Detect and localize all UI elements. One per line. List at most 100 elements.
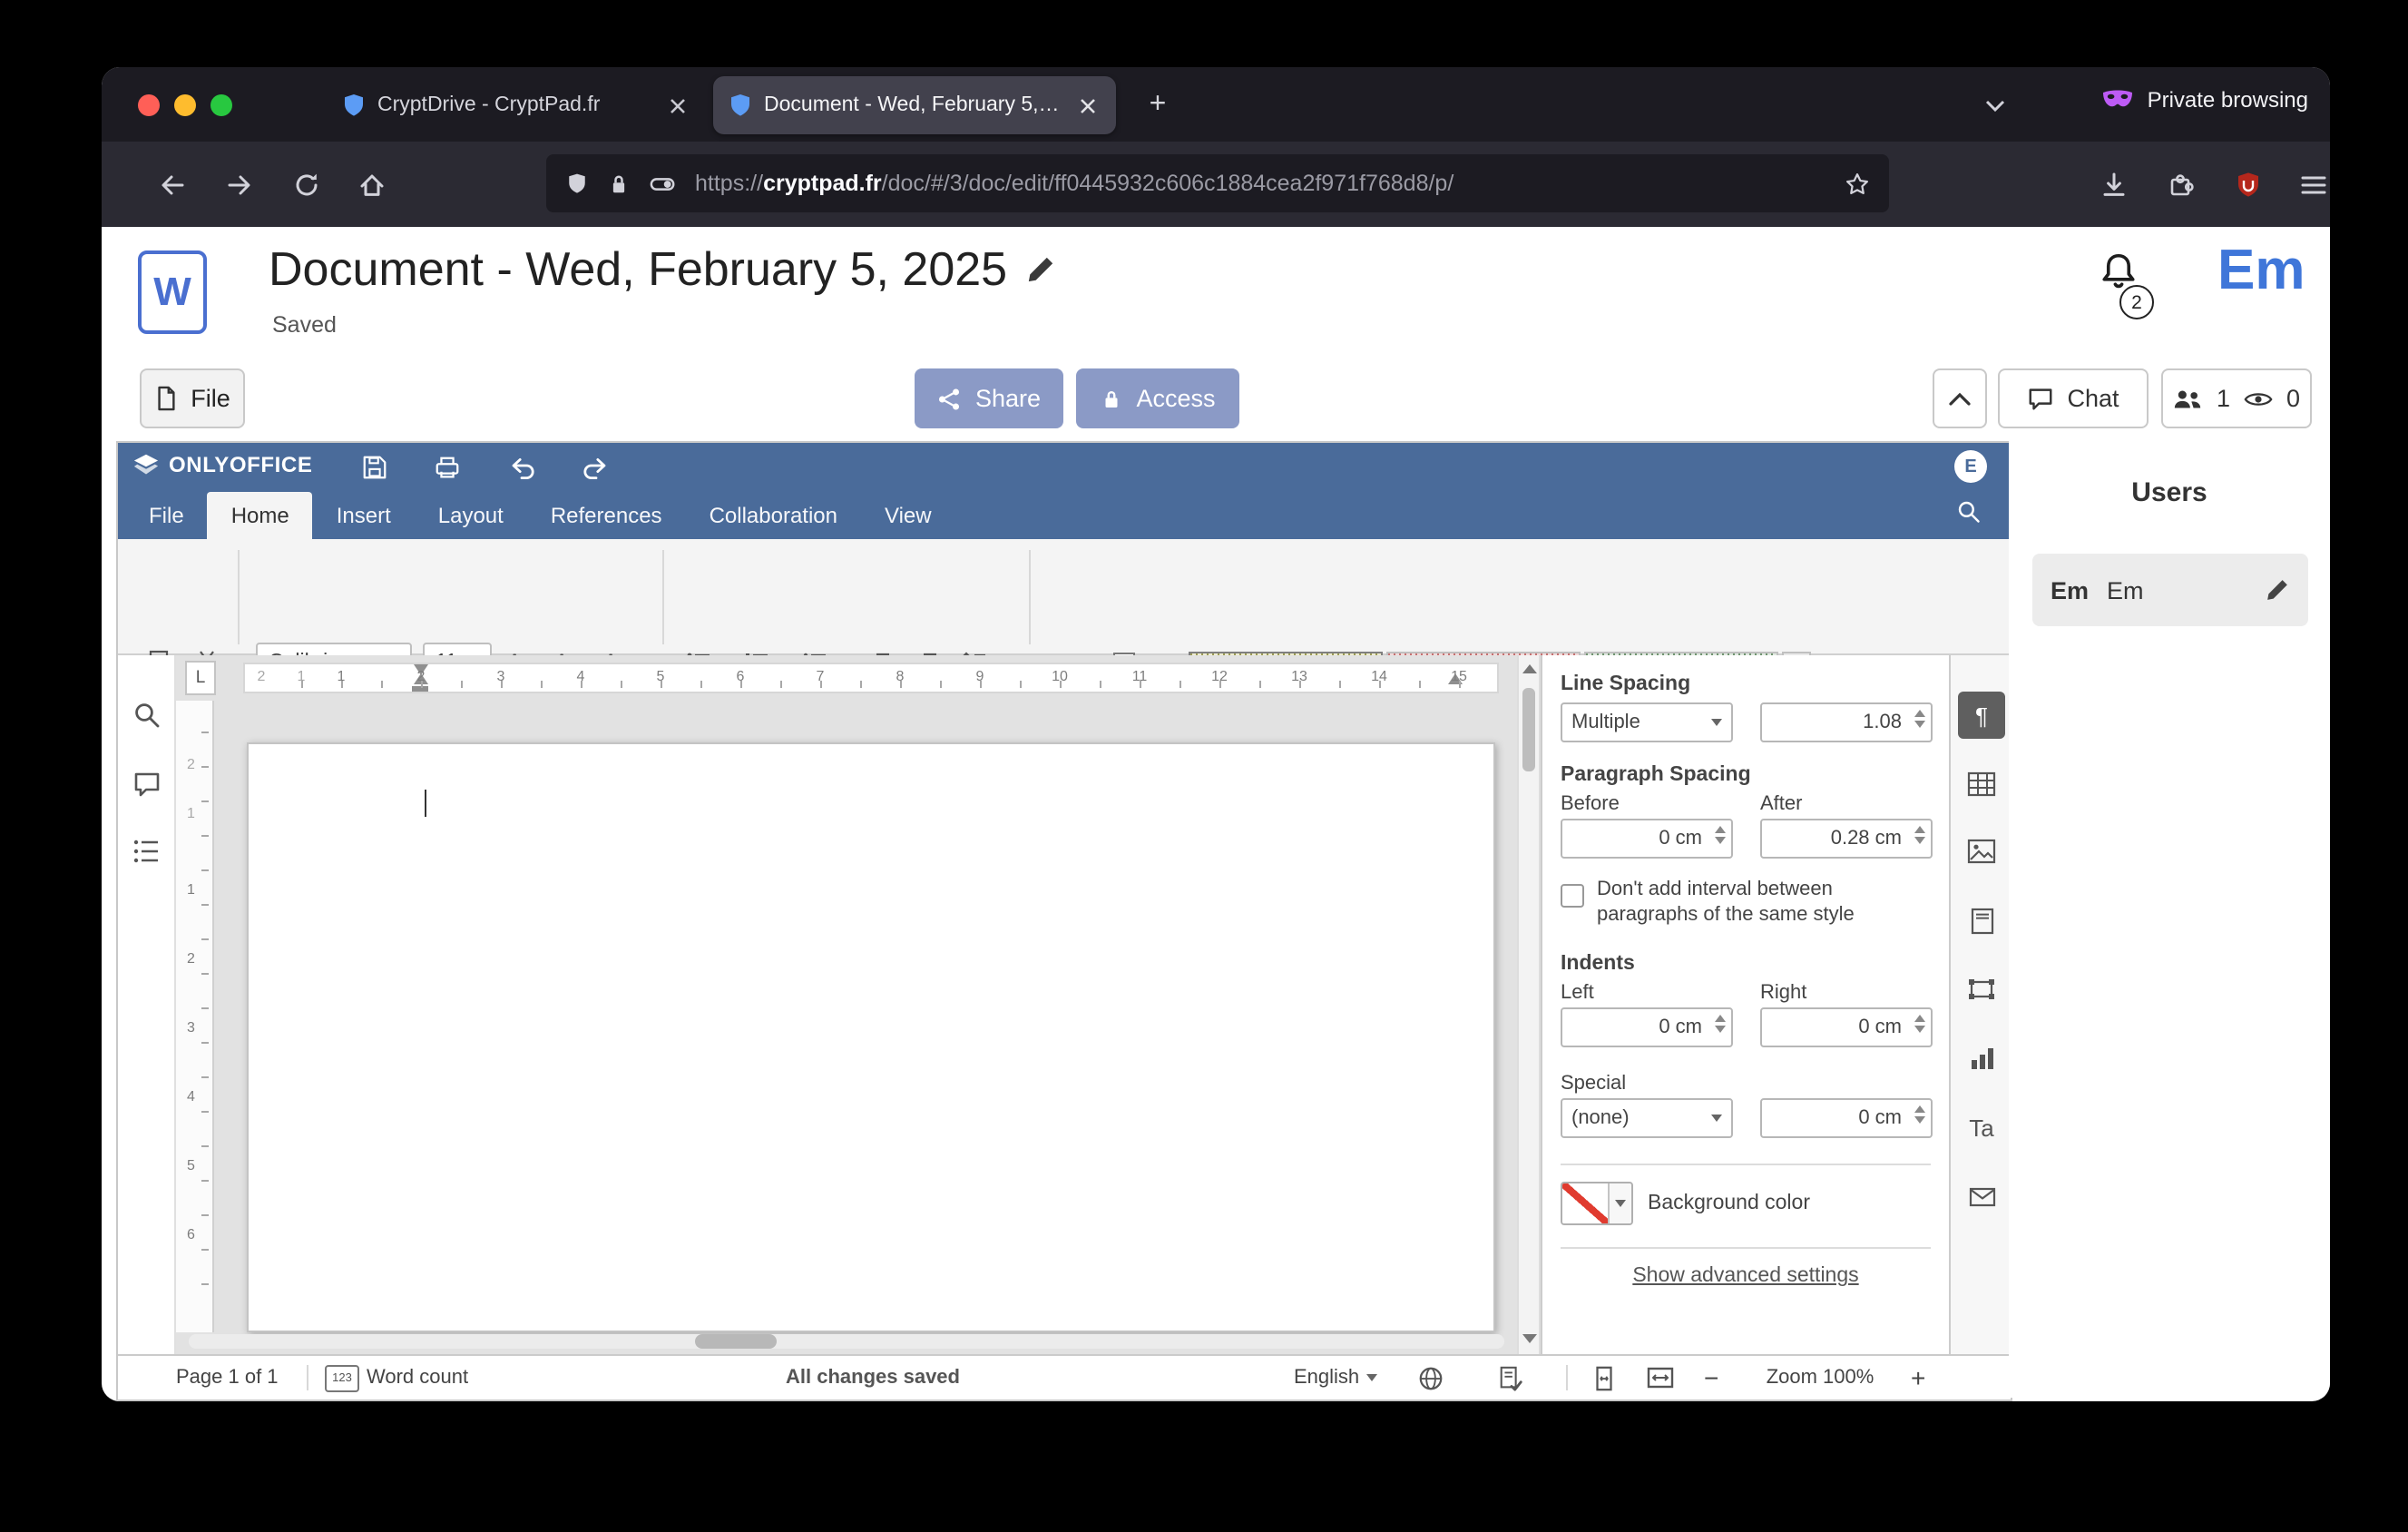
menu-tab-file[interactable]: File <box>125 492 208 539</box>
user-list-item[interactable]: Em Em <box>2032 554 2308 626</box>
spacing-after-spinner[interactable]: 0.28 cm <box>1760 819 1933 859</box>
interval-checkbox-label[interactable]: Don't add interval between paragraphs of… <box>1597 877 1929 928</box>
url-bar[interactable]: https://cryptpad.fr/doc/#/3/doc/edit/ff0… <box>546 154 1889 212</box>
vertical-scroll-thumb[interactable] <box>1522 688 1535 771</box>
home-button[interactable] <box>345 158 399 212</box>
special-dropdown[interactable]: (none) <box>1561 1098 1733 1138</box>
back-button[interactable] <box>145 158 200 212</box>
horizontal-scroll-thumb[interactable] <box>695 1334 777 1349</box>
minimize-window-button[interactable] <box>174 94 196 116</box>
shape-settings-icon[interactable] <box>1958 966 2005 1013</box>
indent-left-spinner[interactable]: 0 cm <box>1561 1007 1733 1047</box>
chart-settings-icon[interactable] <box>1958 1035 2005 1082</box>
fit-width-button[interactable] <box>1646 1356 1675 1399</box>
spacing-before-spinner[interactable]: 0 cm <box>1561 819 1733 859</box>
textart-settings-icon[interactable]: Ta <box>1958 1104 2005 1151</box>
url-text[interactable]: https://cryptpad.fr/doc/#/3/doc/edit/ff0… <box>695 171 1827 196</box>
zoom-in-button[interactable]: + <box>1911 1356 1925 1399</box>
forward-button[interactable] <box>212 158 267 212</box>
image-settings-icon[interactable] <box>1958 828 2005 875</box>
fit-page-button[interactable] <box>1591 1356 1617 1399</box>
language-selector[interactable]: English <box>1294 1356 1377 1399</box>
browser-tab-document[interactable]: Document - Wed, February 5, 2025 <box>713 76 1116 134</box>
account-avatar[interactable]: Em <box>2217 238 2305 303</box>
collaborator-badge[interactable]: E <box>1954 450 1987 483</box>
background-color-chevron-icon[interactable] <box>1609 1183 1631 1223</box>
spinner-up-icon[interactable] <box>1715 1015 1726 1022</box>
maximize-window-button[interactable] <box>210 94 232 116</box>
spinner-up-icon[interactable] <box>1914 826 1925 833</box>
participants-indicator[interactable]: 1 0 <box>2161 368 2312 428</box>
collapse-toolbar-button[interactable] <box>1933 368 1987 428</box>
lock-icon[interactable] <box>606 170 631 197</box>
edit-user-pencil-icon[interactable] <box>2265 577 2290 603</box>
save-button[interactable] <box>354 448 394 486</box>
browser-tab-cryptdrive[interactable]: CryptDrive - CryptPad.fr <box>327 76 706 134</box>
edit-title-pencil-icon[interactable] <box>1025 254 1056 285</box>
permissions-toggle-icon[interactable] <box>648 170 679 197</box>
menu-tab-references[interactable]: References <box>527 492 686 539</box>
spinner-up-icon[interactable] <box>1914 1015 1925 1022</box>
tracking-shield-icon[interactable] <box>564 170 590 197</box>
indent-right-spinner[interactable]: 0 cm <box>1760 1007 1933 1047</box>
menu-tab-layout[interactable]: Layout <box>415 492 527 539</box>
document-canvas[interactable]: 21123456 <box>176 701 1517 1354</box>
spellcheck-button[interactable] <box>1497 1356 1524 1399</box>
headerfooter-settings-icon[interactable] <box>1958 897 2005 944</box>
line-spacing-spinner[interactable]: 1.08 <box>1760 702 1933 742</box>
redo-button[interactable] <box>575 448 615 486</box>
comments-button[interactable] <box>132 770 162 799</box>
scroll-down-arrow[interactable] <box>1522 1334 1537 1343</box>
print-button[interactable] <box>426 448 466 486</box>
line-spacing-dropdown[interactable]: Multiple <box>1561 702 1733 742</box>
editor-search-button[interactable] <box>1956 499 1982 525</box>
menu-tab-home[interactable]: Home <box>208 492 313 539</box>
reload-button[interactable] <box>279 158 334 212</box>
spinner-down-icon[interactable] <box>1914 1116 1925 1124</box>
vertical-scrollbar[interactable] <box>1517 655 1541 1354</box>
advanced-settings-link[interactable]: Show advanced settings <box>1542 1265 1949 1287</box>
spinner-up-icon[interactable] <box>1914 710 1925 717</box>
file-menu-button[interactable]: File <box>140 368 245 428</box>
special-amount-spinner[interactable]: 0 cm <box>1760 1098 1933 1138</box>
chat-button[interactable]: Chat <box>1998 368 2149 428</box>
tab-close-icon[interactable] <box>1072 91 1101 120</box>
ublock-button[interactable] <box>2221 158 2276 212</box>
interval-checkbox[interactable] <box>1561 884 1584 908</box>
tab-close-icon[interactable] <box>662 91 691 120</box>
find-button[interactable] <box>132 701 162 730</box>
spinner-up-icon[interactable] <box>1715 826 1726 833</box>
horizontal-scrollbar[interactable] <box>189 1334 1504 1349</box>
table-settings-icon[interactable] <box>1958 761 2005 808</box>
tab-stop-selector[interactable]: L <box>185 661 216 695</box>
mailmerge-settings-icon[interactable] <box>1958 1173 2005 1220</box>
downloads-button[interactable] <box>2087 158 2141 212</box>
paragraph-settings-icon[interactable]: ¶ <box>1958 692 2005 739</box>
document-title-row[interactable]: Document - Wed, February 5, 2025 <box>269 241 1056 298</box>
share-button[interactable]: Share <box>915 368 1063 428</box>
spinner-down-icon[interactable] <box>1914 1026 1925 1033</box>
set-language-globe-button[interactable] <box>1417 1356 1444 1399</box>
menu-tab-insert[interactable]: Insert <box>313 492 415 539</box>
spinner-up-icon[interactable] <box>1914 1105 1925 1113</box>
menu-tab-collaboration[interactable]: Collaboration <box>686 492 861 539</box>
spinner-down-icon[interactable] <box>1715 1026 1726 1033</box>
spinner-down-icon[interactable] <box>1715 837 1726 844</box>
bookmark-star-icon[interactable] <box>1844 170 1871 197</box>
undo-button[interactable] <box>503 448 543 486</box>
extensions-button[interactable] <box>2154 158 2208 212</box>
tab-list-chevron-icon[interactable] <box>1974 87 2014 123</box>
background-color-picker[interactable] <box>1561 1182 1633 1225</box>
spinner-down-icon[interactable] <box>1914 837 1925 844</box>
notifications-button[interactable]: 2 <box>2094 249 2159 321</box>
word-count-toggle[interactable]: 123 Word count <box>325 1356 468 1399</box>
access-button[interactable]: Access <box>1076 368 1239 428</box>
navigation-button[interactable] <box>132 837 162 866</box>
menu-tab-view[interactable]: View <box>861 492 955 539</box>
page-title[interactable]: Document - Wed, February 5, 2025 <box>269 241 1007 298</box>
document-page[interactable] <box>247 742 1495 1332</box>
scroll-up-arrow[interactable] <box>1522 664 1537 673</box>
new-tab-button[interactable]: + <box>1136 83 1180 127</box>
menu-button[interactable] <box>2286 158 2330 212</box>
zoom-out-button[interactable]: − <box>1704 1356 1718 1399</box>
